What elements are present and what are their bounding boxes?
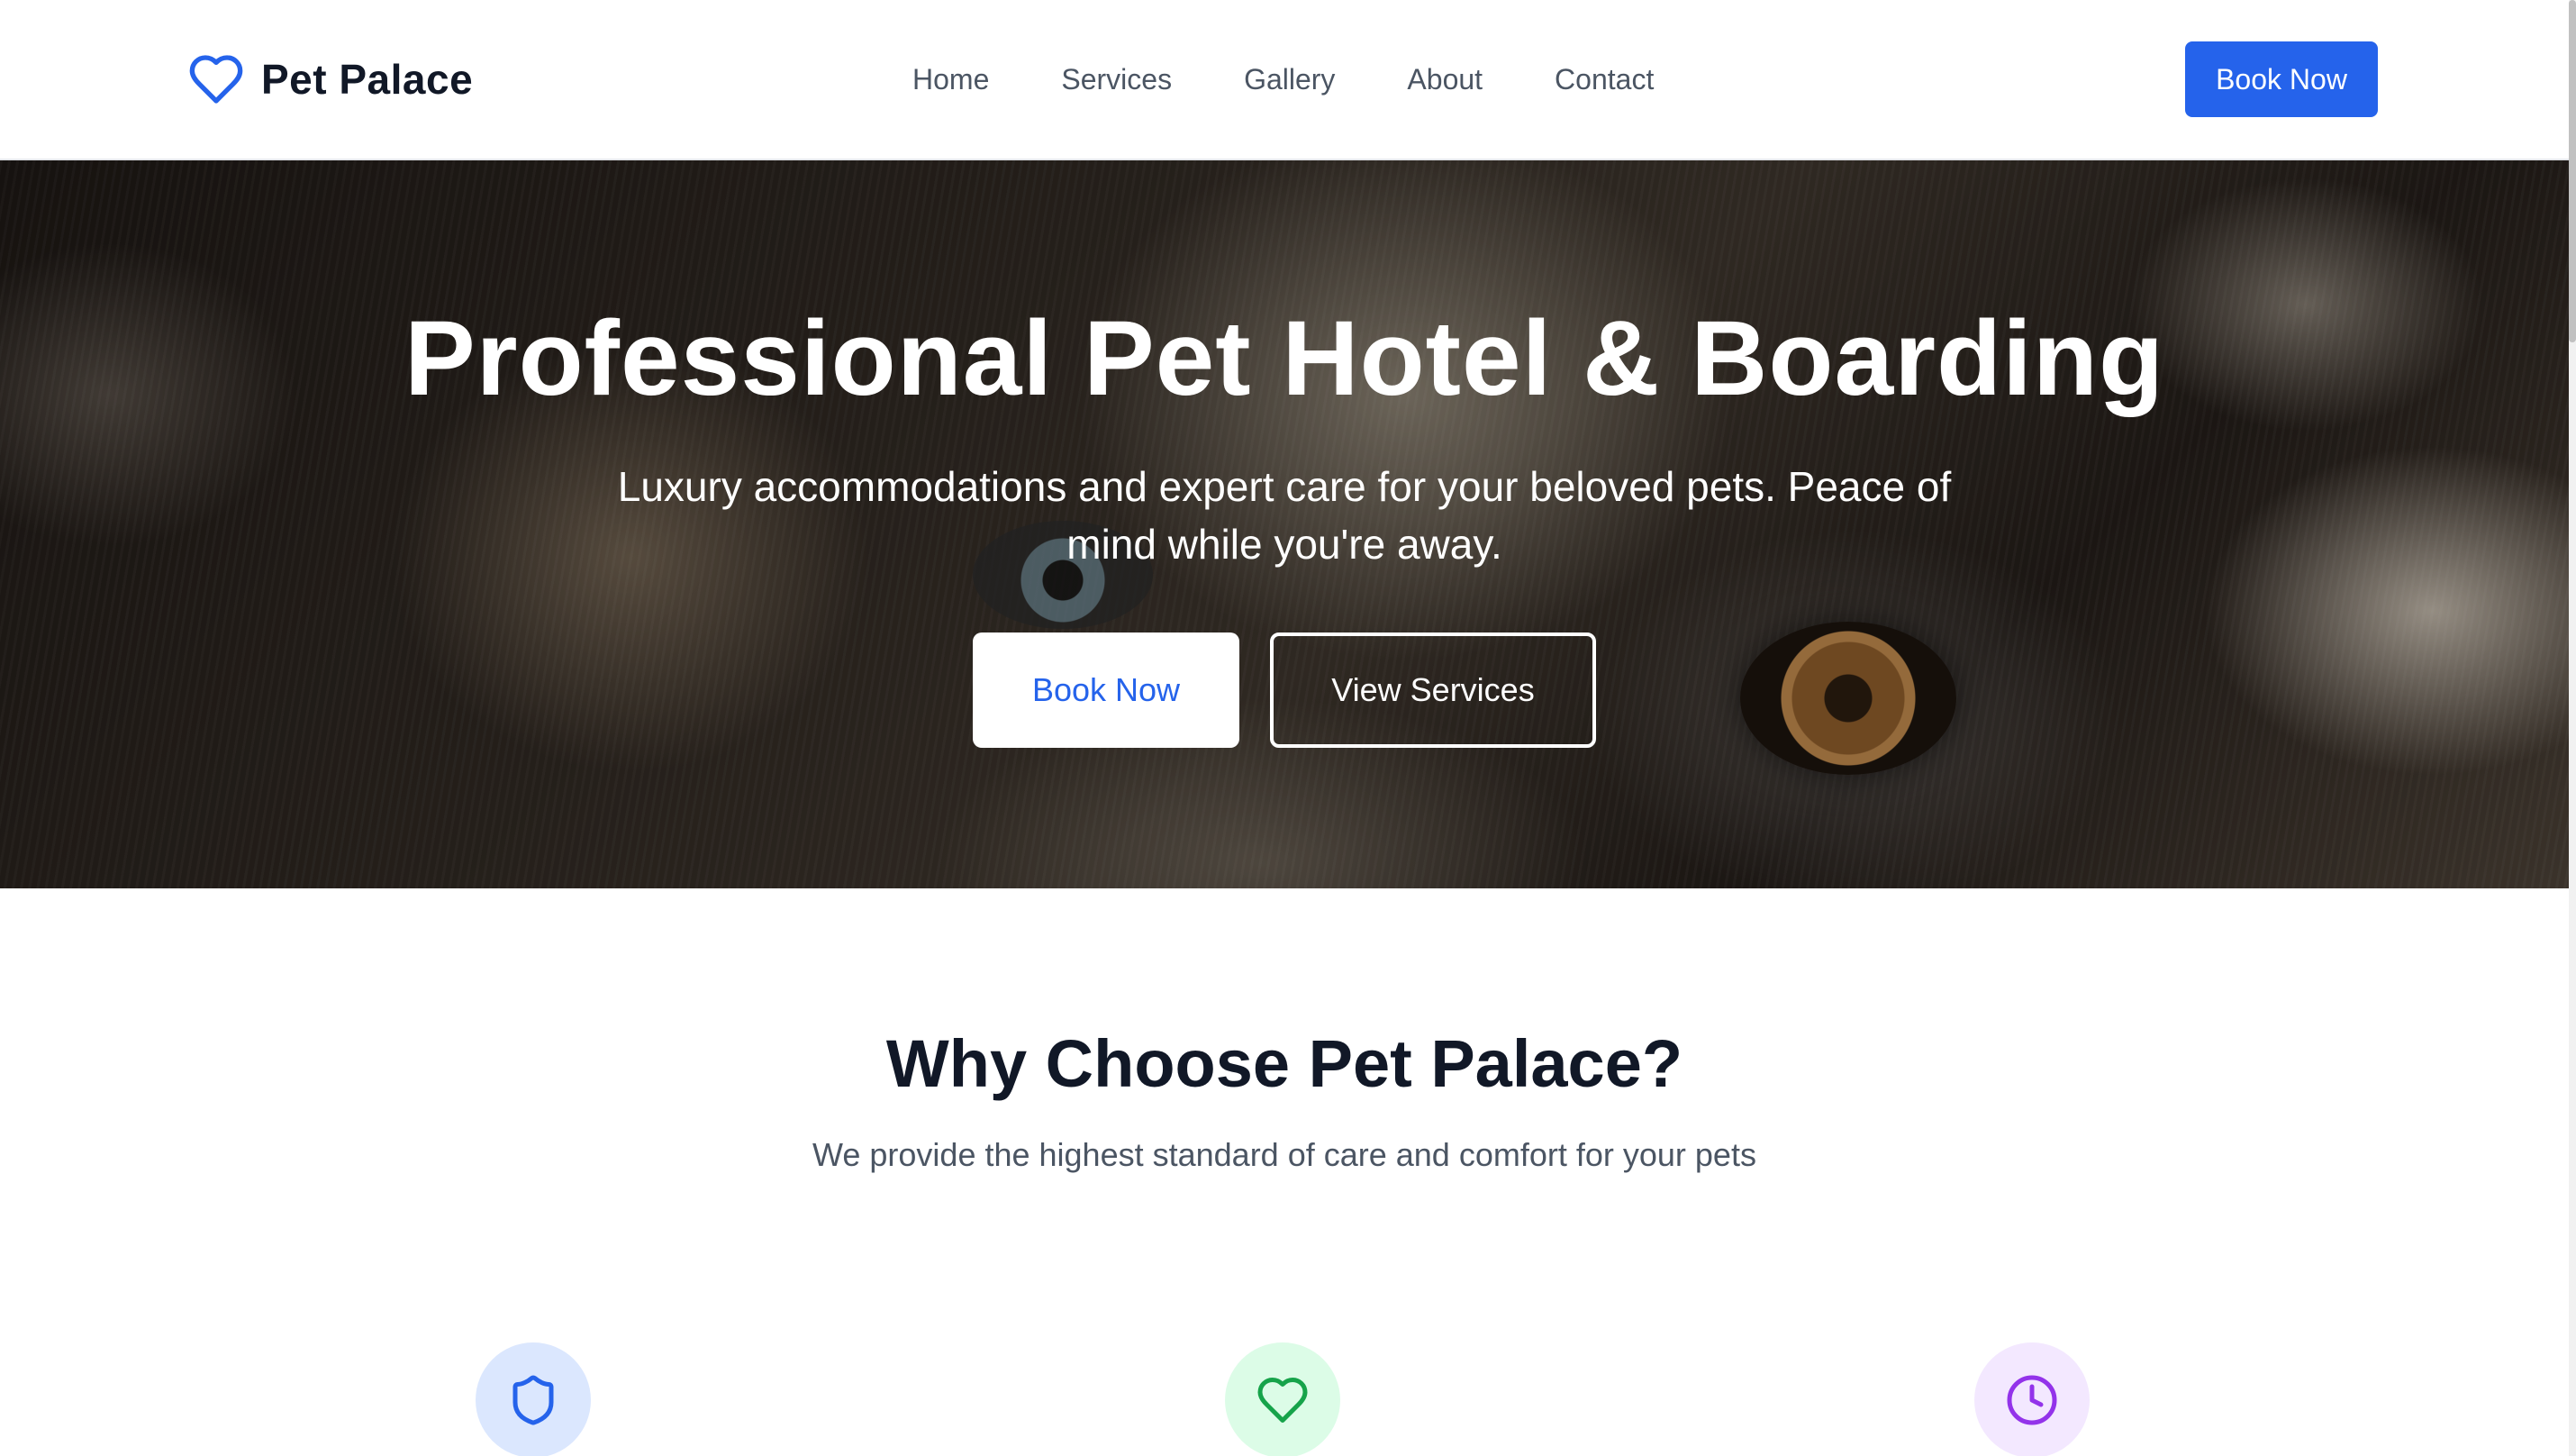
nav-contact[interactable]: Contact [1555,54,1654,105]
clock-icon [2007,1375,2057,1425]
hero-buttons: Book Now View Services [0,632,2569,748]
page: Pet Palace Home Services Gallery About C… [0,0,2576,1456]
heart-icon [1257,1378,1308,1423]
features-title: Why Choose Pet Palace? [885,1026,1683,1101]
view-services-button[interactable]: View Services [1270,632,1596,748]
header-book-now-button[interactable]: Book Now [2185,41,2378,117]
heart-icon [189,55,243,104]
brand-name: Pet Palace [261,56,474,103]
nav-about[interactable]: About [1407,54,1483,105]
hero-section: Professional Pet Hotel & Boarding Luxury… [0,160,2569,888]
features-subtitle: We provide the highest standard of care … [812,1136,1756,1173]
nav-home[interactable]: Home [912,54,989,105]
scrollbar-thumb[interactable] [2569,0,2576,342]
nav-gallery[interactable]: Gallery [1244,54,1335,105]
features-section: Why Choose Pet Palace? We provide the hi… [0,888,2569,1456]
logo-link[interactable]: Pet Palace [187,47,473,112]
hero-subtitle: Luxury accommodations and expert care fo… [617,463,1952,568]
feature-safety-badge [476,1342,591,1456]
feature-care-badge [1225,1342,1340,1456]
hero-book-now-button[interactable]: Book Now [973,632,1239,748]
hero-content: Professional Pet Hotel & Boarding Luxury… [0,296,2569,748]
site-header: Pet Palace Home Services Gallery About C… [0,0,2569,160]
feature-availability-badge [1974,1342,2090,1456]
hero-title: Professional Pet Hotel & Boarding [404,299,2165,418]
main-nav: Home Services Gallery About Contact [912,54,1654,105]
shield-icon [512,1375,554,1425]
page-scrollbar[interactable] [2569,0,2576,1456]
nav-services[interactable]: Services [1061,54,1172,105]
